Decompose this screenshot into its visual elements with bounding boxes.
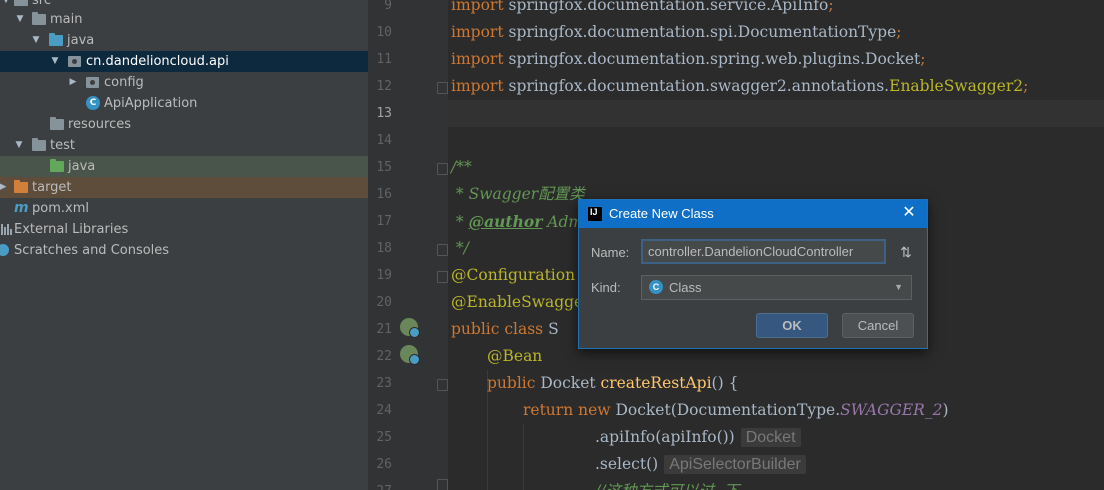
kind-select[interactable]: C Class ▼ xyxy=(641,275,912,300)
tree-item-resources[interactable]: resources xyxy=(0,114,368,135)
line-number: 22 xyxy=(376,349,392,364)
resources-folder-icon xyxy=(50,117,64,130)
test-folder-icon xyxy=(50,159,64,172)
tree-item-test[interactable]: ▼ test xyxy=(0,135,368,156)
project-tree[interactable]: ▼ src ▼ main ▼ java ▼ cn.dandelioncloud.… xyxy=(0,0,368,490)
spring-boot-class-icon: C xyxy=(86,96,100,110)
code-line-18[interactable]: */ xyxy=(451,235,469,262)
chevron-down-icon[interactable]: ▼ xyxy=(894,276,903,299)
tree-item-apiapplication[interactable]: C ApiApplication xyxy=(0,93,368,114)
kind-selected-value: Class xyxy=(669,280,702,295)
expand-arrow-icon[interactable]: ▼ xyxy=(13,135,25,156)
code-line-16[interactable]: * Swagger配置类 xyxy=(451,181,585,208)
code-line-12[interactable]: import springfox.documentation.swagger2.… xyxy=(451,73,1028,100)
line-number: 25 xyxy=(376,430,392,445)
inlay-type-hint: Docket xyxy=(740,428,801,447)
name-label: Name: xyxy=(591,245,630,260)
line-number: 24 xyxy=(376,403,392,418)
current-line-highlight xyxy=(448,100,1104,127)
excluded-folder-icon xyxy=(14,180,28,193)
line-number: 13 xyxy=(376,106,392,121)
code-line-24[interactable]: return new Docket(DocumentationType.SWAG… xyxy=(523,397,949,424)
line-number: 17 xyxy=(376,214,392,229)
source-folder-icon xyxy=(49,33,63,46)
kind-label: Kind: xyxy=(591,280,621,295)
sort-arrows-icon[interactable]: ⇅ xyxy=(897,242,915,262)
expand-arrow-icon[interactable]: ▼ xyxy=(14,9,26,30)
code-line-19[interactable]: @Configuration xyxy=(451,262,575,289)
collapse-arrow-icon[interactable]: ▶ xyxy=(67,72,79,93)
code-line-9[interactable]: import springfox.documentation.service.A… xyxy=(451,0,834,19)
inlay-type-hint: ApiSelectorBuilder xyxy=(664,455,806,474)
dialog-title-bar[interactable]: Create New Class ✕ xyxy=(579,200,927,228)
tree-item-pom[interactable]: m pom.xml xyxy=(0,198,368,219)
code-line-17[interactable]: * @author Adm xyxy=(451,208,583,235)
folder-icon xyxy=(14,0,28,6)
fold-marker-icon[interactable] xyxy=(437,163,448,175)
dialog-title: Create New Class xyxy=(609,206,714,221)
line-number: 14 xyxy=(376,133,392,148)
fold-marker-icon[interactable] xyxy=(437,479,448,490)
class-name-input[interactable]: controller.DandelionCloudController xyxy=(641,239,886,264)
tree-item-java[interactable]: ▼ java xyxy=(0,30,368,51)
code-line-15[interactable]: /** xyxy=(451,154,472,181)
code-line-10[interactable]: import springfox.documentation.spi.Docum… xyxy=(451,19,901,46)
code-line-27[interactable]: //这种方式可以过 下 xyxy=(595,478,739,490)
tree-item-config[interactable]: ▶ config xyxy=(0,72,368,93)
scratches-icon xyxy=(0,244,9,256)
collapse-arrow-icon[interactable]: ▶ xyxy=(0,177,9,198)
package-icon xyxy=(86,77,99,88)
tree-item-target[interactable]: ▶ target xyxy=(0,177,368,198)
indent-guide xyxy=(523,424,524,490)
line-number: 15 xyxy=(376,160,392,175)
spring-bean-gutter-icon[interactable] xyxy=(400,318,420,338)
tree-item-external-libraries[interactable]: External Libraries xyxy=(0,219,368,240)
fold-marker-icon[interactable] xyxy=(437,271,448,283)
folder-icon xyxy=(32,138,46,151)
line-number: 11 xyxy=(376,52,392,67)
code-line-21[interactable]: public class S xyxy=(451,316,559,343)
cancel-button[interactable]: Cancel xyxy=(842,313,914,338)
spring-bean-gutter-icon[interactable] xyxy=(400,345,420,365)
class-icon: C xyxy=(649,280,663,294)
tree-item-package-api[interactable]: ▼ cn.dandelioncloud.api xyxy=(0,51,368,72)
fold-marker-icon[interactable] xyxy=(437,379,448,391)
line-number: 20 xyxy=(376,295,392,310)
expand-arrow-icon[interactable]: ▼ xyxy=(49,51,61,72)
expand-arrow-icon[interactable]: ▼ xyxy=(30,30,42,51)
code-line-23[interactable]: public Docket createRestApi() { xyxy=(487,370,738,397)
line-number: 16 xyxy=(376,187,392,202)
maven-icon: m xyxy=(14,200,29,216)
create-new-class-dialog[interactable]: Create New Class ✕ Name: controller.Dand… xyxy=(578,199,928,349)
code-line-20[interactable]: @EnableSwagger xyxy=(451,289,591,316)
code-line-11[interactable]: import springfox.documentation.spring.we… xyxy=(451,46,925,73)
intellij-logo-icon xyxy=(588,207,602,221)
close-icon[interactable]: ✕ xyxy=(899,203,919,223)
folder-icon xyxy=(32,12,46,25)
line-number: 18 xyxy=(376,241,392,256)
line-number: 21 xyxy=(376,322,392,337)
fold-marker-icon[interactable] xyxy=(437,244,448,256)
line-number: 27 xyxy=(368,478,392,490)
line-number: 26 xyxy=(376,457,392,472)
ok-button[interactable]: OK xyxy=(756,313,828,338)
editor-gutter[interactable]: 9 10 11 12 13 14 15 16 17 18 19 20 21 22… xyxy=(368,0,448,490)
fold-marker-icon[interactable] xyxy=(437,82,448,94)
code-line-25[interactable]: .apiInfo(apiInfo()) Docket xyxy=(595,424,801,451)
line-number: 10 xyxy=(376,25,392,40)
line-number: 12 xyxy=(376,79,392,94)
line-number: 9 xyxy=(384,0,392,13)
line-number: 19 xyxy=(376,268,392,283)
line-number: 23 xyxy=(376,376,392,391)
package-icon xyxy=(68,56,81,67)
tree-item-test-java[interactable]: java xyxy=(0,156,368,177)
tree-item-scratches[interactable]: Scratches and Consoles xyxy=(0,240,368,261)
tree-item-main[interactable]: ▼ main xyxy=(0,9,368,30)
libraries-icon xyxy=(1,224,12,235)
code-line-26[interactable]: .select() ApiSelectorBuilder xyxy=(595,451,806,478)
code-line-22[interactable]: @Bean xyxy=(487,343,542,370)
